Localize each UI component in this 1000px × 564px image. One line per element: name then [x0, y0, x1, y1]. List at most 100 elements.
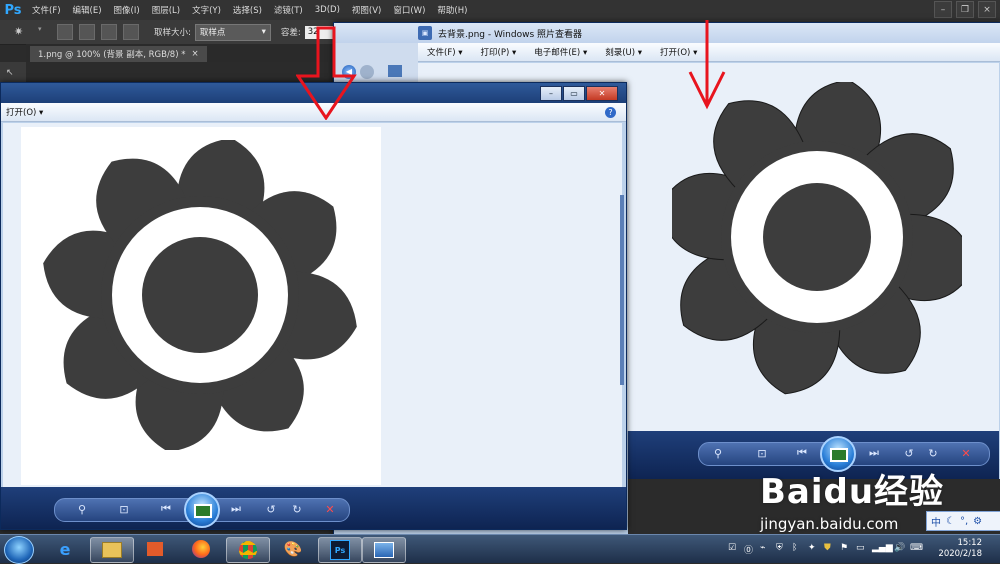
watermark-url: jingyan.baidu.com: [760, 515, 899, 533]
tray-monitor-icon[interactable]: ▭: [856, 543, 865, 553]
previous-icon[interactable]: ⏮: [156, 500, 176, 518]
moon-icon[interactable]: ☾: [946, 516, 955, 527]
ps-menu-layer[interactable]: 图层(L): [146, 4, 186, 16]
add-selection-icon[interactable]: [79, 24, 95, 40]
folder-icon: [388, 65, 402, 77]
viewer-front-window-controls: – ▭ ✕: [540, 85, 618, 101]
viewer-front-menu-open[interactable]: 打开(O) ▾: [1, 106, 52, 118]
rotate-left-icon[interactable]: ↺: [900, 444, 918, 462]
viewer-back-titlebar: ▣ 去背景.png - Windows 照片查看器: [334, 23, 1000, 43]
delete-icon[interactable]: ✕: [320, 500, 340, 518]
chrome-icon[interactable]: [226, 537, 270, 563]
ime-toolbar[interactable]: 中 ☾ °, ⚙: [926, 511, 1000, 531]
ps-menu-select[interactable]: 选择(S): [227, 4, 268, 16]
doc-tab-title: 1.png @ 100% (背景 副本, RGB/8) *: [38, 50, 186, 60]
tray-bluetooth-icon[interactable]: ᛒ: [792, 543, 797, 553]
tray-flag-icon[interactable]: ⚑: [840, 543, 848, 553]
maximize-button[interactable]: ▭: [563, 85, 585, 101]
system-tray: ☑ ⓪ ⌁ ⛨ ᛒ ✦ ⛊ ⚑ ▭ ▂▄▆ 🔊 ⌨ 15:12 2020/2/1…: [728, 535, 1000, 563]
clock-date: 2020/2/18: [938, 549, 982, 559]
forward-arrow-icon[interactable]: [360, 65, 374, 79]
zoom-icon[interactable]: ⚲: [708, 444, 728, 462]
ps-menu-file[interactable]: 文件(F): [26, 4, 67, 16]
photo-viewer-taskbar-icon[interactable]: [362, 537, 406, 563]
ps-menu-image[interactable]: 图像(I): [108, 4, 146, 16]
sample-size-value: 取样点: [199, 28, 226, 38]
next-icon[interactable]: ⏭: [226, 500, 246, 518]
close-button[interactable]: ✕: [586, 85, 618, 101]
flower-center: [763, 183, 871, 291]
viewer-back-menubar: 文件(F) ▾ 打印(P) ▾ 电子邮件(E) ▾ 刻录(U) ▾ 打开(O) …: [334, 43, 1000, 62]
new-selection-icon[interactable]: [57, 24, 73, 40]
viewer-back-menu-print[interactable]: 打印(P) ▾: [472, 46, 526, 58]
rotate-right-icon[interactable]: ↻: [288, 500, 306, 518]
next-icon[interactable]: ⏭: [864, 444, 884, 462]
chevron-down-icon[interactable]: ▾: [38, 25, 44, 39]
photo-viewer-app-icon: ▣: [418, 26, 432, 40]
ps-menu-3d[interactable]: 3D(D): [309, 5, 346, 15]
ps-menu-view[interactable]: 视图(V): [346, 4, 387, 16]
ps-restore-button[interactable]: ❐: [956, 1, 974, 18]
punctuation-icon[interactable]: °,: [960, 516, 968, 527]
ps-toolbar: ↖: [0, 62, 26, 84]
delete-icon[interactable]: ✕: [956, 444, 976, 462]
photoshop-menubar: Ps 文件(F) 编辑(E) 图像(I) 图层(L) 文字(Y) 选择(S) 滤…: [0, 0, 1000, 20]
tray-check-icon[interactable]: ☑: [728, 543, 736, 553]
flower-image-back: [672, 82, 962, 395]
clock[interactable]: 15:12 2020/2/18: [938, 538, 982, 560]
zoom-icon[interactable]: ⚲: [72, 500, 92, 518]
ps-menu-edit[interactable]: 编辑(E): [67, 4, 108, 16]
scrollbar[interactable]: [620, 195, 624, 385]
actual-size-icon[interactable]: ⊡: [752, 444, 772, 462]
photoshop-taskbar-icon[interactable]: Ps: [318, 537, 362, 563]
ps-window-controls: – ❐ ×: [934, 1, 996, 18]
actual-size-icon[interactable]: ⊡: [114, 500, 134, 518]
ps-menu-window[interactable]: 窗口(W): [387, 4, 431, 16]
viewer-back-menu-file[interactable]: 文件(F) ▾: [418, 46, 472, 58]
ps-menu-filter[interactable]: 滤镜(T): [268, 4, 309, 16]
media-player-icon[interactable]: [134, 537, 176, 561]
ps-minimize-button[interactable]: –: [934, 1, 952, 18]
baidu-jingyan-watermark: Baidu经验 jingyan.baidu.com: [760, 464, 944, 533]
tray-volume-icon[interactable]: 🔊: [894, 543, 905, 553]
tray-signal-icon[interactable]: ▂▄▆: [872, 543, 893, 553]
tray-network-icon[interactable]: ⌁: [760, 543, 765, 553]
ie-icon[interactable]: e: [44, 537, 86, 561]
viewer-back-menu-burn[interactable]: 刻录(U) ▾: [596, 46, 651, 58]
start-button[interactable]: [4, 536, 34, 564]
tray-ime-icon[interactable]: ⌨: [910, 543, 923, 553]
eyedropper-wand-icon[interactable]: ✷: [14, 25, 32, 39]
firefox-icon[interactable]: [180, 537, 222, 561]
tray-app-icon[interactable]: ✦: [808, 543, 816, 553]
paint-icon[interactable]: 🎨: [272, 537, 314, 561]
ps-document-tab[interactable]: 1.png @ 100% (背景 副本, RGB/8) * ×: [30, 46, 207, 62]
rotate-left-icon[interactable]: ↺: [262, 500, 280, 518]
move-tool-icon[interactable]: ↖: [6, 68, 26, 78]
photoshop-logo: Ps: [4, 2, 22, 18]
sample-size-select[interactable]: 取样点 ▾: [194, 23, 271, 41]
gear-icon[interactable]: ⚙: [973, 516, 982, 527]
doc-tab-close-icon[interactable]: ×: [191, 49, 198, 59]
tray-help-icon[interactable]: ⓪: [744, 543, 753, 556]
help-icon[interactable]: ?: [605, 106, 616, 118]
explorer-icon[interactable]: [90, 537, 134, 563]
subtract-selection-icon[interactable]: [101, 24, 117, 40]
rotate-right-icon[interactable]: ↻: [924, 444, 942, 462]
ime-language[interactable]: 中: [931, 514, 941, 529]
ps-menu-help[interactable]: 帮助(H): [431, 4, 473, 16]
slideshow-button[interactable]: [184, 492, 220, 528]
tray-security-icon[interactable]: ⛨: [776, 543, 783, 553]
ps-menu-type[interactable]: 文字(Y): [186, 4, 227, 16]
tray-shield-icon[interactable]: ⛊: [824, 543, 831, 553]
viewer-back-menu-email[interactable]: 电子邮件(E) ▾: [525, 46, 596, 58]
flower-center: [142, 237, 258, 353]
windows-taskbar: e 🎨 Ps ☑ ⓪ ⌁ ⛨ ᛒ ✦ ⛊ ⚑ ▭ ▂▄▆ 🔊 ⌨ 15:12 2…: [0, 534, 1000, 564]
previous-icon[interactable]: ⏮: [792, 444, 812, 462]
watermark-brand: Baidu经验: [760, 472, 945, 512]
intersect-selection-icon[interactable]: [123, 24, 139, 40]
red-down-arrow-right: [688, 20, 726, 110]
minimize-button[interactable]: –: [540, 85, 562, 101]
flower-image-front: [43, 140, 357, 450]
ps-close-button[interactable]: ×: [978, 1, 996, 18]
viewer-back-title: 去背景.png - Windows 照片查看器: [438, 29, 582, 40]
